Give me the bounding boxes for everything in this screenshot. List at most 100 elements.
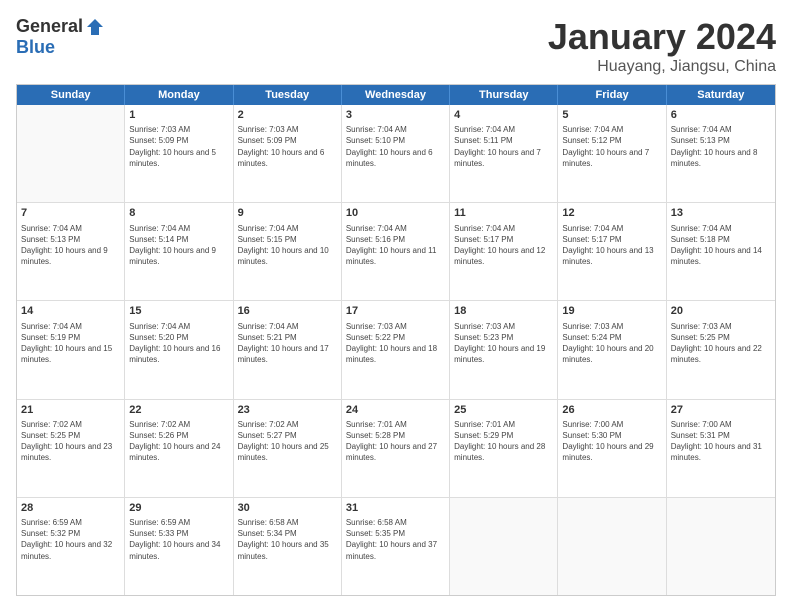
header-saturday: Saturday bbox=[667, 85, 775, 105]
header-sunday: Sunday bbox=[17, 85, 125, 105]
day-number: 3 bbox=[346, 108, 445, 122]
cell-info: Sunrise: 7:02 AM Sunset: 5:25 PM Dayligh… bbox=[21, 419, 120, 464]
day-number: 26 bbox=[562, 403, 661, 417]
table-row: 3 Sunrise: 7:04 AM Sunset: 5:10 PM Daylig… bbox=[342, 105, 450, 202]
calendar-header: Sunday Monday Tuesday Wednesday Thursday… bbox=[17, 85, 775, 105]
day-number: 1 bbox=[129, 108, 228, 122]
day-number: 4 bbox=[454, 108, 553, 122]
day-number: 16 bbox=[238, 304, 337, 318]
calendar-row: 21 Sunrise: 7:02 AM Sunset: 5:25 PM Dayli… bbox=[17, 400, 775, 498]
day-number: 2 bbox=[238, 108, 337, 122]
day-number: 31 bbox=[346, 501, 445, 515]
day-number: 22 bbox=[129, 403, 228, 417]
table-row: 22 Sunrise: 7:02 AM Sunset: 5:26 PM Dayli… bbox=[125, 400, 233, 497]
table-row: 5Sunrise: 7:04 AM Sunset: 5:12 PM Daylig… bbox=[558, 105, 666, 202]
cell-info: Sunrise: 7:04 AM Sunset: 5:11 PM Dayligh… bbox=[454, 124, 553, 169]
day-number: 9 bbox=[238, 206, 337, 220]
table-row: 16Sunrise: 7:04 AM Sunset: 5:21 PM Dayli… bbox=[234, 301, 342, 398]
table-row: 14 Sunrise: 7:04 AM Sunset: 5:19 PM Dayli… bbox=[17, 301, 125, 398]
day-number: 18 bbox=[454, 304, 553, 318]
table-row: 25Sunrise: 7:01 AM Sunset: 5:29 PM Dayli… bbox=[450, 400, 558, 497]
table-row: 2 Sunrise: 7:03 AM Sunset: 5:09 PM Daylig… bbox=[234, 105, 342, 202]
cell-info: Sunrise: 7:04 AM Sunset: 5:15 PM Dayligh… bbox=[238, 223, 337, 268]
table-row: 19Sunrise: 7:03 AM Sunset: 5:24 PM Dayli… bbox=[558, 301, 666, 398]
cell-info: Sunrise: 7:04 AM Sunset: 5:16 PM Dayligh… bbox=[346, 223, 445, 268]
table-row: 24 Sunrise: 7:01 AM Sunset: 5:28 PM Dayli… bbox=[342, 400, 450, 497]
table-row: 28Sunrise: 6:59 AM Sunset: 5:32 PM Dayli… bbox=[17, 498, 125, 595]
day-number: 11 bbox=[454, 206, 553, 220]
cell-info: Sunrise: 7:04 AM Sunset: 5:20 PM Dayligh… bbox=[129, 321, 228, 366]
table-row: 23 Sunrise: 7:02 AM Sunset: 5:27 PM Dayli… bbox=[234, 400, 342, 497]
cell-info: Sunrise: 7:03 AM Sunset: 5:24 PM Dayligh… bbox=[562, 321, 661, 366]
day-number: 7 bbox=[21, 206, 120, 220]
table-row: 31 Sunrise: 6:58 AM Sunset: 5:35 PM Dayli… bbox=[342, 498, 450, 595]
cell-info: Sunrise: 7:03 AM Sunset: 5:25 PM Dayligh… bbox=[671, 321, 771, 366]
calendar-row: 14 Sunrise: 7:04 AM Sunset: 5:19 PM Dayli… bbox=[17, 301, 775, 399]
cell-info: Sunrise: 7:01 AM Sunset: 5:28 PM Dayligh… bbox=[346, 419, 445, 464]
table-row: 17Sunrise: 7:03 AM Sunset: 5:22 PM Dayli… bbox=[342, 301, 450, 398]
day-number: 8 bbox=[129, 206, 228, 220]
table-row: 1Sunrise: 7:03 AM Sunset: 5:09 PM Daylig… bbox=[125, 105, 233, 202]
day-number: 23 bbox=[238, 403, 337, 417]
table-row: 30 Sunrise: 6:58 AM Sunset: 5:34 PM Dayli… bbox=[234, 498, 342, 595]
cell-info: Sunrise: 7:02 AM Sunset: 5:27 PM Dayligh… bbox=[238, 419, 337, 464]
cell-info: Sunrise: 7:03 AM Sunset: 5:09 PM Dayligh… bbox=[238, 124, 337, 169]
table-row: 6 Sunrise: 7:04 AM Sunset: 5:13 PM Daylig… bbox=[667, 105, 775, 202]
logo-general-text: General bbox=[16, 16, 83, 37]
table-row: 20Sunrise: 7:03 AM Sunset: 5:25 PM Dayli… bbox=[667, 301, 775, 398]
header-tuesday: Tuesday bbox=[234, 85, 342, 105]
cell-info: Sunrise: 6:58 AM Sunset: 5:35 PM Dayligh… bbox=[346, 517, 445, 562]
table-row: 9 Sunrise: 7:04 AM Sunset: 5:15 PM Daylig… bbox=[234, 203, 342, 300]
cell-info: Sunrise: 7:04 AM Sunset: 5:10 PM Dayligh… bbox=[346, 124, 445, 169]
day-number: 30 bbox=[238, 501, 337, 515]
day-number: 14 bbox=[21, 304, 120, 318]
table-row: 12 Sunrise: 7:04 AM Sunset: 5:17 PM Dayli… bbox=[558, 203, 666, 300]
table-row bbox=[17, 105, 125, 202]
logo-icon bbox=[85, 17, 105, 37]
table-row bbox=[558, 498, 666, 595]
table-row: 15 Sunrise: 7:04 AM Sunset: 5:20 PM Dayli… bbox=[125, 301, 233, 398]
table-row bbox=[450, 498, 558, 595]
cell-info: Sunrise: 7:04 AM Sunset: 5:17 PM Dayligh… bbox=[454, 223, 553, 268]
logo-blue-text: Blue bbox=[16, 37, 55, 58]
cell-info: Sunrise: 7:04 AM Sunset: 5:19 PM Dayligh… bbox=[21, 321, 120, 366]
day-number: 28 bbox=[21, 501, 120, 515]
table-row bbox=[667, 498, 775, 595]
day-number: 12 bbox=[562, 206, 661, 220]
cell-info: Sunrise: 7:03 AM Sunset: 5:23 PM Dayligh… bbox=[454, 321, 553, 366]
cell-info: Sunrise: 7:04 AM Sunset: 5:18 PM Dayligh… bbox=[671, 223, 771, 268]
day-number: 24 bbox=[346, 403, 445, 417]
day-number: 17 bbox=[346, 304, 445, 318]
day-number: 15 bbox=[129, 304, 228, 318]
calendar-row: 28Sunrise: 6:59 AM Sunset: 5:32 PM Dayli… bbox=[17, 498, 775, 595]
page: General Blue January 2024 Huayang, Jiang… bbox=[0, 0, 792, 612]
table-row: 11 Sunrise: 7:04 AM Sunset: 5:17 PM Dayli… bbox=[450, 203, 558, 300]
cell-info: Sunrise: 7:02 AM Sunset: 5:26 PM Dayligh… bbox=[129, 419, 228, 464]
cell-info: Sunrise: 6:58 AM Sunset: 5:34 PM Dayligh… bbox=[238, 517, 337, 562]
cell-info: Sunrise: 7:04 AM Sunset: 5:13 PM Dayligh… bbox=[671, 124, 771, 169]
cell-info: Sunrise: 7:04 AM Sunset: 5:17 PM Dayligh… bbox=[562, 223, 661, 268]
cell-info: Sunrise: 7:00 AM Sunset: 5:30 PM Dayligh… bbox=[562, 419, 661, 464]
cell-info: Sunrise: 6:59 AM Sunset: 5:33 PM Dayligh… bbox=[129, 517, 228, 562]
table-row: 21 Sunrise: 7:02 AM Sunset: 5:25 PM Dayli… bbox=[17, 400, 125, 497]
header-monday: Monday bbox=[125, 85, 233, 105]
day-number: 21 bbox=[21, 403, 120, 417]
day-number: 27 bbox=[671, 403, 771, 417]
table-row: 29 Sunrise: 6:59 AM Sunset: 5:33 PM Dayli… bbox=[125, 498, 233, 595]
table-row: 13Sunrise: 7:04 AM Sunset: 5:18 PM Dayli… bbox=[667, 203, 775, 300]
header-wednesday: Wednesday bbox=[342, 85, 450, 105]
table-row: 8Sunrise: 7:04 AM Sunset: 5:14 PM Daylig… bbox=[125, 203, 233, 300]
table-row: 10Sunrise: 7:04 AM Sunset: 5:16 PM Dayli… bbox=[342, 203, 450, 300]
title-block: January 2024 Huayang, Jiangsu, China bbox=[548, 16, 776, 76]
table-row: 27Sunrise: 7:00 AM Sunset: 5:31 PM Dayli… bbox=[667, 400, 775, 497]
cell-info: Sunrise: 7:04 AM Sunset: 5:12 PM Dayligh… bbox=[562, 124, 661, 169]
header-thursday: Thursday bbox=[450, 85, 558, 105]
cell-info: Sunrise: 7:01 AM Sunset: 5:29 PM Dayligh… bbox=[454, 419, 553, 464]
calendar-row: 7Sunrise: 7:04 AM Sunset: 5:13 PM Daylig… bbox=[17, 203, 775, 301]
location: Huayang, Jiangsu, China bbox=[548, 58, 776, 76]
table-row: 4 Sunrise: 7:04 AM Sunset: 5:11 PM Daylig… bbox=[450, 105, 558, 202]
day-number: 29 bbox=[129, 501, 228, 515]
calendar: Sunday Monday Tuesday Wednesday Thursday… bbox=[16, 84, 776, 596]
table-row: 18 Sunrise: 7:03 AM Sunset: 5:23 PM Dayli… bbox=[450, 301, 558, 398]
day-number: 6 bbox=[671, 108, 771, 122]
